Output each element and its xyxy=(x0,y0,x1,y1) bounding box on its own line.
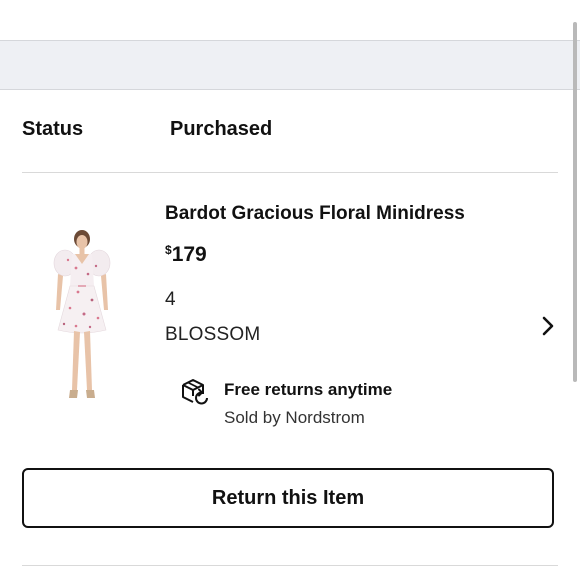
scrollbar[interactable] xyxy=(573,22,577,382)
price-amount: 179 xyxy=(171,243,207,266)
order-item-card[interactable]: Bardot Gracious Floral Minidress $179 4 … xyxy=(22,172,558,452)
divider xyxy=(22,565,558,566)
status-value: Purchased xyxy=(170,118,273,140)
sold-by: Sold by Nordstrom xyxy=(224,408,365,427)
returns-title: Free returns anytime xyxy=(224,380,393,399)
item-price: $179 xyxy=(165,243,207,267)
item-size: 4 xyxy=(165,289,176,310)
item-name: Bardot Gracious Floral Minidress xyxy=(165,203,465,224)
order-detail-page: Status Purchased Bardot Gracious Floral … xyxy=(0,0,580,580)
header-band xyxy=(0,40,580,90)
box-return-icon xyxy=(182,379,208,405)
status-label: Status xyxy=(22,118,84,140)
return-item-button[interactable]: Return this Item xyxy=(22,468,554,528)
chevron-right-icon[interactable] xyxy=(540,315,556,337)
floral-minidress-photo xyxy=(48,230,116,416)
price-currency: $ xyxy=(165,243,172,257)
status-row: Status Purchased xyxy=(22,118,558,148)
item-color: BLOSSOM xyxy=(165,324,261,345)
